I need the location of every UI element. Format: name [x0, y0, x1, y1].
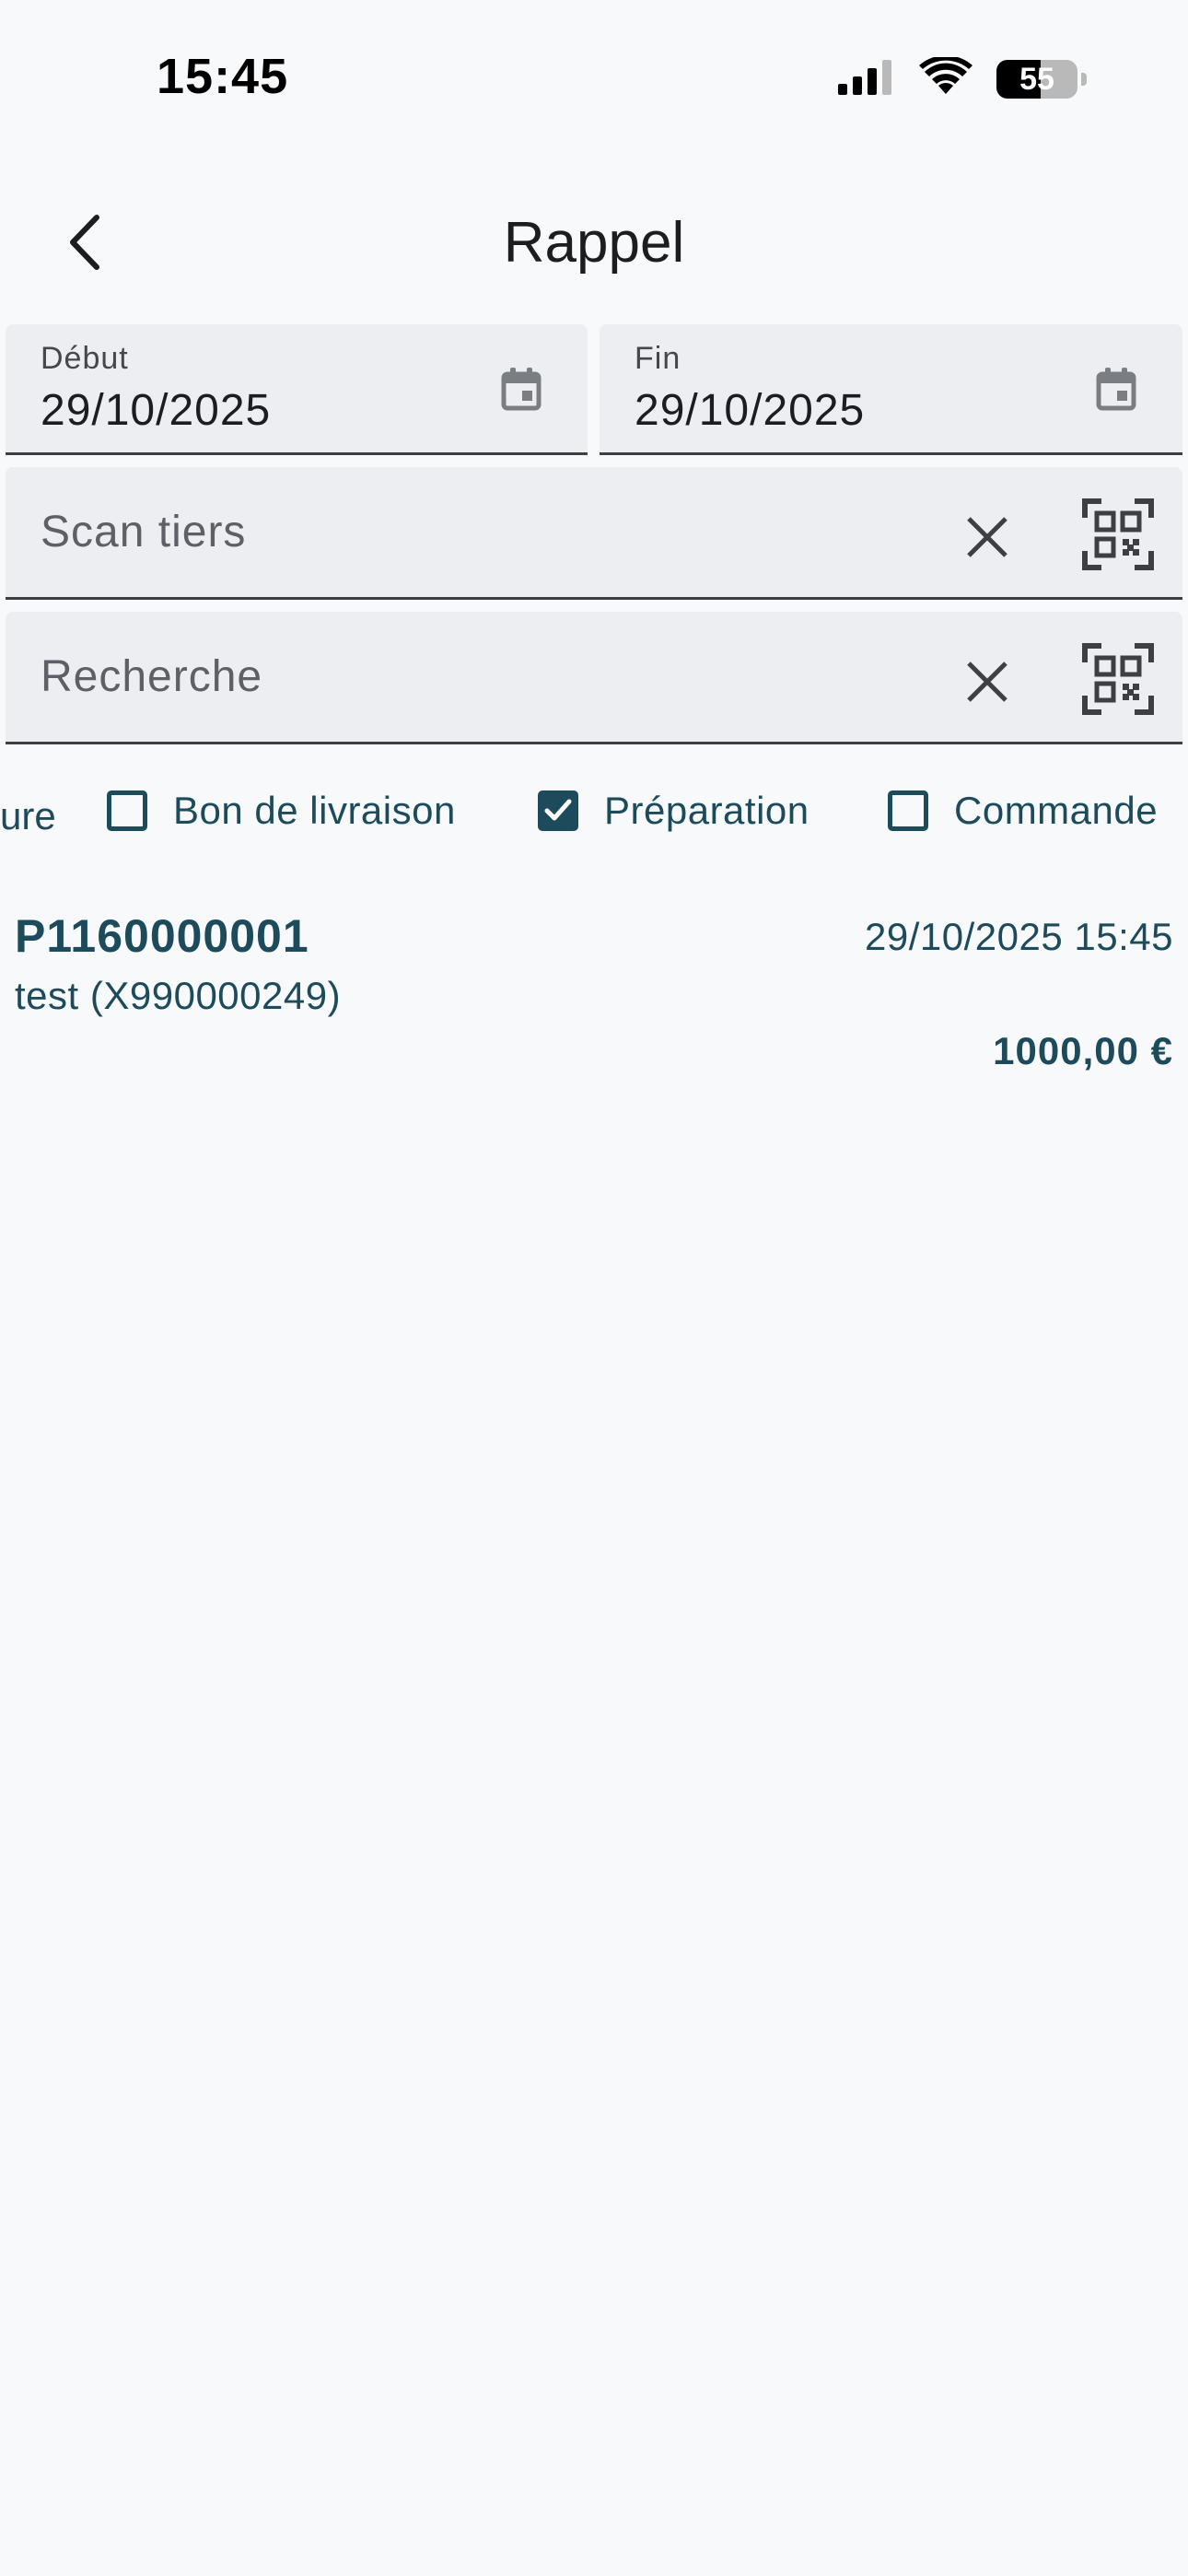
page-title: Rappel: [503, 211, 685, 275]
battery-level: 55: [1019, 61, 1054, 97]
client-name: test (X990000249): [15, 974, 342, 1017]
filter-label: Bon de livraison: [173, 789, 456, 832]
close-icon[interactable]: [960, 509, 1015, 565]
scan-tiers-field: [6, 467, 1182, 600]
check-icon: [544, 799, 572, 821]
signal-icon: [838, 58, 895, 100]
filter-commande[interactable]: Commande: [888, 789, 1158, 833]
filter-label: Commande: [954, 789, 1159, 832]
battery-tip: [1081, 72, 1087, 86]
start-date-field[interactable]: Début 29/10/2025: [6, 324, 588, 455]
app-bar: Rappel: [0, 184, 1188, 304]
document-type-filters: ure Bon de livraison Préparation Command…: [0, 783, 1188, 849]
filter-label: Préparation: [604, 789, 809, 832]
start-date-label: Début: [41, 341, 129, 376]
commande-checkbox[interactable]: [888, 790, 928, 831]
filter-partial-label[interactable]: ure: [0, 794, 56, 838]
qr-code-scan-icon[interactable]: [1081, 642, 1155, 716]
status-icons: 55: [838, 55, 1087, 100]
search-field: [6, 612, 1182, 744]
filter-bon-de-livraison[interactable]: Bon de livraison: [107, 789, 456, 833]
bon-de-livraison-checkbox[interactable]: [107, 790, 147, 831]
status-bar: 15:45 55: [0, 0, 1188, 157]
close-icon[interactable]: [960, 654, 1015, 709]
calendar-icon[interactable]: [1096, 367, 1136, 411]
end-date-label: Fin: [635, 341, 681, 376]
end-date-field[interactable]: Fin 29/10/2025: [600, 324, 1182, 455]
document-amount: 1000,00 €: [993, 1029, 1173, 1072]
battery-icon: 55: [996, 59, 1077, 99]
document-date: 29/10/2025 15:45: [865, 915, 1173, 958]
filter-preparation[interactable]: Préparation: [538, 789, 809, 833]
scan-tiers-input[interactable]: [41, 495, 925, 568]
calendar-icon[interactable]: [501, 367, 542, 411]
search-input[interactable]: [41, 639, 925, 713]
end-date-value: 29/10/2025: [635, 386, 866, 435]
qr-code-scan-icon[interactable]: [1081, 498, 1155, 571]
document-code: P1160000001: [15, 910, 309, 962]
status-time: 15:45: [157, 49, 289, 104]
wifi-icon: [919, 55, 973, 100]
preparation-checkbox[interactable]: [538, 790, 578, 831]
list-item[interactable]: P1160000001 29/10/2025 15:45 test (X9900…: [0, 898, 1188, 1083]
start-date-value: 29/10/2025: [41, 386, 272, 435]
